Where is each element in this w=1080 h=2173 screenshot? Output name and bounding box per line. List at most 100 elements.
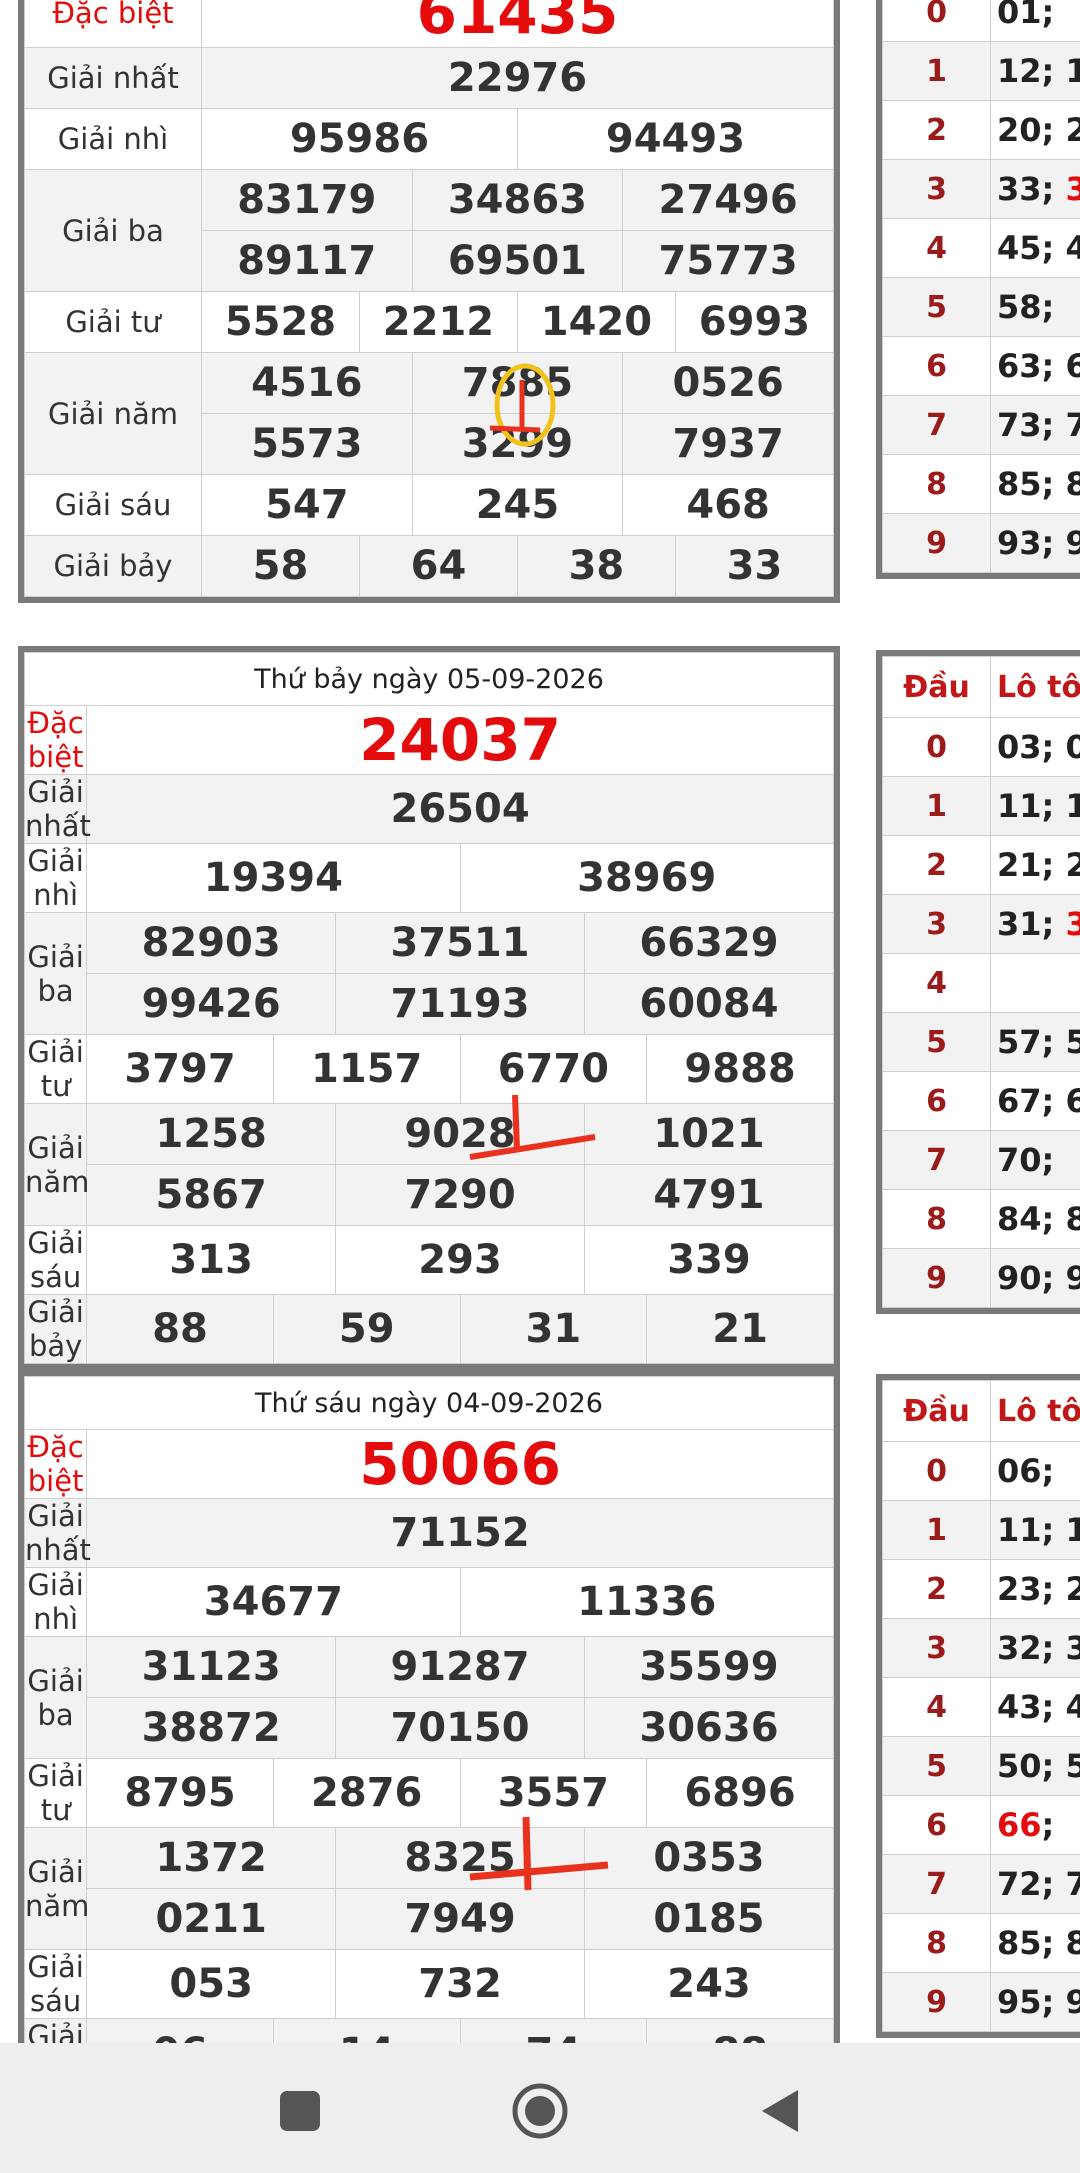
loto-values: 93; 9 xyxy=(990,513,1080,573)
third-prize: 89117 xyxy=(201,230,413,292)
special-prize: 50066 xyxy=(86,1429,834,1499)
third-prize: 31123 xyxy=(86,1636,337,1698)
seventh-prize: 33 xyxy=(674,535,835,597)
fourth-prize: 9888 xyxy=(646,1034,834,1104)
loto-values: 95; 9 xyxy=(990,1972,1080,2032)
head-digit: 5 xyxy=(882,1736,991,1796)
square-icon xyxy=(280,2091,320,2131)
loto-values: 20; 2 xyxy=(990,100,1080,160)
fourth-prize: 1157 xyxy=(272,1034,461,1104)
seventh-prize: 59 xyxy=(272,1294,461,1364)
fifth-prize: 0526 xyxy=(622,352,834,414)
fifth-prize: 1021 xyxy=(583,1103,835,1165)
label-giai-nhat: Giải nhất xyxy=(23,774,91,844)
head-digit: 0 xyxy=(882,717,991,777)
third-prize: 27496 xyxy=(622,169,834,231)
fourth-prize: 1420 xyxy=(516,291,676,353)
label-dac-biet: Đặc biệt xyxy=(23,705,88,775)
fourth-prize: 6770 xyxy=(459,1034,648,1104)
head-digit: 6 xyxy=(882,1071,991,1131)
home-circle-icon xyxy=(512,2083,568,2139)
label-giai-tu: Giải tư xyxy=(23,1758,88,1828)
label-giai-bay: Giải bảy xyxy=(23,1294,88,1364)
head-digit: 1 xyxy=(882,776,991,836)
label-giai-tu: Giải tư xyxy=(24,291,202,353)
loto-values: 73; 7 xyxy=(990,395,1080,455)
fifth-prize: 5867 xyxy=(86,1164,337,1226)
seventh-prize: 21 xyxy=(646,1294,834,1364)
draw-date: Thứ bảy ngày 05-09-2026 xyxy=(24,652,834,706)
label-giai-ba: Giải ba xyxy=(24,169,202,292)
third-prize: 82903 xyxy=(86,912,337,974)
fourth-prize: 6993 xyxy=(674,291,835,353)
third-prize: 66329 xyxy=(583,912,835,974)
loto-table-1: 001; 112; 1 220; 2 333; 3 445; 4 558; 66… xyxy=(876,0,1080,579)
loto-values: 45; 4 xyxy=(990,218,1080,278)
second-prize: 95986 xyxy=(201,108,518,170)
loto-values: 50; 5 xyxy=(990,1736,1080,1796)
third-prize: 70150 xyxy=(335,1697,585,1759)
back-triangle-icon xyxy=(762,2090,798,2132)
seventh-prize: 38 xyxy=(516,535,676,597)
head-digit: 5 xyxy=(882,277,991,337)
loto-values: 85; 8 xyxy=(990,1913,1080,1973)
label-dau: Đầu xyxy=(882,656,991,718)
third-prize: 91287 xyxy=(335,1636,585,1698)
third-prize: 35599 xyxy=(583,1636,835,1698)
label-giai-sau: Giải sáu xyxy=(23,1949,88,2019)
loto-values: 33; 3 xyxy=(990,159,1080,219)
fourth-prize: 2212 xyxy=(358,291,518,353)
head-digit: 9 xyxy=(882,1972,991,2032)
label-giai-nam: Giải năm xyxy=(24,352,202,475)
label-giai-sau: Giải sáu xyxy=(24,474,202,536)
head-digit: 0 xyxy=(882,1441,991,1501)
fifth-prize: 4516 xyxy=(201,352,413,414)
third-prize: 37511 xyxy=(335,912,585,974)
label-giai-sau: Giải sáu xyxy=(23,1225,88,1295)
fifth-prize: 7949 xyxy=(335,1888,585,1950)
head-digit: 4 xyxy=(882,1677,991,1737)
label-giai-nam: Giải năm xyxy=(23,1827,89,1950)
label-giai-ba: Giải ba xyxy=(23,912,88,1035)
fifth-prize: 7885 xyxy=(411,352,624,414)
back-button[interactable] xyxy=(740,2071,820,2151)
recent-apps-button[interactable] xyxy=(260,2071,340,2151)
sixth-prize: 339 xyxy=(583,1225,835,1295)
third-prize: 69501 xyxy=(411,230,624,292)
loto-values: 11; 1 xyxy=(990,1500,1080,1560)
sixth-prize: 547 xyxy=(201,474,413,536)
result-table-1: Đặc biệt 61435 Giải nhất 22976 Giải nhì 959… xyxy=(18,0,840,603)
first-prize: 22976 xyxy=(201,47,834,109)
home-button[interactable] xyxy=(500,2071,580,2151)
fourth-prize: 2876 xyxy=(272,1758,461,1828)
seventh-prize: 64 xyxy=(358,535,518,597)
fifth-prize: 8325 xyxy=(335,1827,585,1889)
head-digit: 7 xyxy=(882,395,991,455)
fifth-prize: 5573 xyxy=(201,413,413,475)
label-dac-biet: Đặc biệt xyxy=(24,0,202,48)
loto-values: 03; 0 xyxy=(990,717,1080,777)
loto-values-text: 33; xyxy=(997,170,1066,208)
third-prize: 83179 xyxy=(201,169,413,231)
label-giai-nam: Giải năm xyxy=(23,1103,89,1226)
loto-values: 90; 9 xyxy=(990,1248,1080,1308)
sixth-prize: 053 xyxy=(86,1949,337,2019)
head-digit: 5 xyxy=(882,1012,991,1072)
fifth-prize: 9028 xyxy=(335,1103,585,1165)
first-prize: 71152 xyxy=(86,1498,834,1568)
label-giai-nhi: Giải nhì xyxy=(23,1567,88,1637)
label-loto: Lô tô xyxy=(990,656,1080,718)
head-digit: 6 xyxy=(882,336,991,396)
loto-values-text: 31; xyxy=(997,905,1066,943)
label-giai-nhi: Giải nhì xyxy=(23,843,88,913)
fourth-prize: 3797 xyxy=(86,1034,274,1104)
head-digit: 2 xyxy=(882,100,991,160)
label-giai-tu: Giải tư xyxy=(23,1034,88,1104)
fourth-prize: 5528 xyxy=(201,291,360,353)
fifth-prize: 1258 xyxy=(86,1103,337,1165)
head-digit: 9 xyxy=(882,1248,991,1308)
loto-values: 43; 4 xyxy=(990,1677,1080,1737)
head-digit: 1 xyxy=(882,41,991,101)
loto-values: 32; 3 xyxy=(990,1618,1080,1678)
third-prize: 34863 xyxy=(411,169,624,231)
